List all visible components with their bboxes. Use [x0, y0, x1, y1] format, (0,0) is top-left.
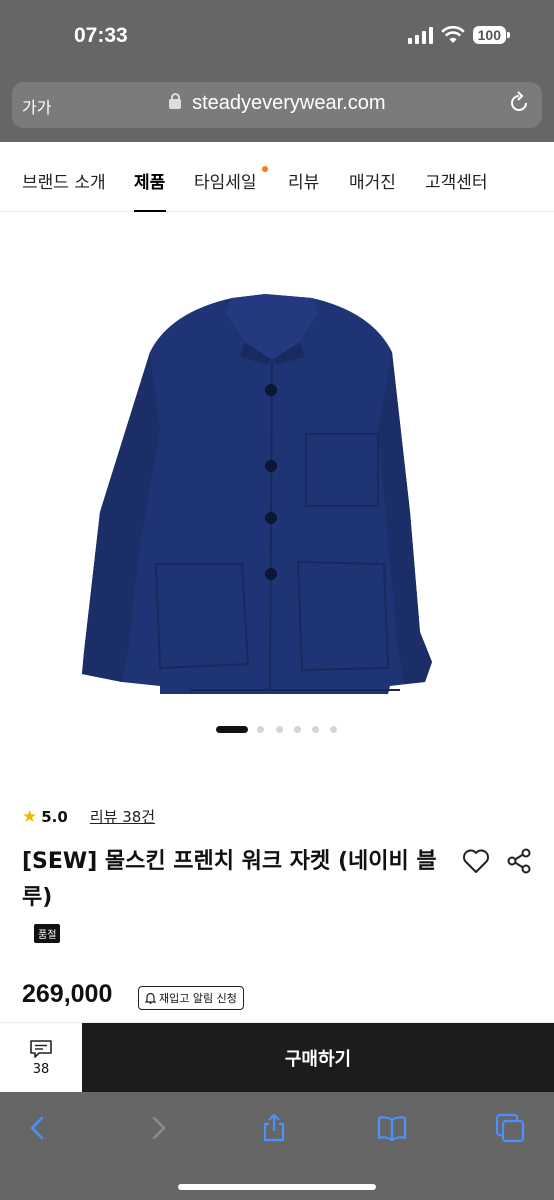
- nav-brand-intro[interactable]: 브랜드 소개: [22, 168, 106, 193]
- carousel-dot[interactable]: [294, 726, 301, 733]
- rating-value: 5.0: [41, 807, 68, 826]
- chat-icon: [30, 1040, 52, 1058]
- nav-timesale[interactable]: 타임세일: [194, 168, 257, 193]
- carousel-dot[interactable]: [257, 726, 264, 733]
- restock-alert-label: 재입고 알림 신청: [159, 992, 237, 1005]
- bell-icon: [145, 992, 156, 1004]
- cellular-signal-icon: [407, 26, 433, 44]
- nav-reviews[interactable]: 리뷰: [288, 168, 319, 193]
- url-text: steadyeverywear.com: [192, 92, 386, 114]
- new-indicator-dot: [262, 166, 268, 172]
- share-sheet-icon[interactable]: [258, 1112, 290, 1144]
- product-price: 269,000: [22, 980, 113, 1008]
- heart-icon[interactable]: [462, 848, 490, 874]
- carousel-dot[interactable]: [312, 726, 319, 733]
- battery-indicator: 100: [472, 26, 511, 44]
- tabs-icon[interactable]: [494, 1112, 526, 1144]
- carousel-dot-active[interactable]: [216, 726, 248, 733]
- home-indicator: [178, 1184, 376, 1190]
- share-icon[interactable]: [506, 848, 532, 874]
- url-field[interactable]: 가가 steadyeverywear.com: [12, 82, 542, 128]
- star-icon: ★: [22, 806, 38, 827]
- forward-icon[interactable]: [142, 1112, 174, 1144]
- back-icon[interactable]: [22, 1112, 54, 1144]
- product-image[interactable]: [0, 212, 554, 712]
- sold-out-badge: 품절: [34, 924, 61, 943]
- site-nav: 브랜드 소개 제품 타임세일 리뷰 매거진 고객센터: [0, 142, 554, 212]
- status-time: 07:33: [74, 24, 128, 47]
- buy-button[interactable]: 구매하기: [82, 1023, 554, 1093]
- carousel-indicator[interactable]: [0, 726, 554, 734]
- reload-icon[interactable]: [508, 91, 530, 115]
- carousel-dot[interactable]: [276, 726, 283, 733]
- wifi-icon: [440, 26, 465, 43]
- status-bar: 07:33 100: [0, 0, 554, 76]
- restock-alert-button[interactable]: 재입고 알림 신청: [138, 986, 244, 1010]
- nav-customer-center[interactable]: 고객센터: [425, 168, 488, 193]
- review-button[interactable]: 38: [0, 1023, 82, 1093]
- lock-icon: [168, 92, 181, 109]
- bottom-action-bar: 38 구매하기: [0, 1022, 554, 1093]
- product-title: [SEW] 몰스킨 프렌치 워크 자켓 (네이비 블루): [22, 849, 437, 910]
- status-icons: 100: [407, 26, 511, 44]
- carousel-dot[interactable]: [330, 726, 337, 733]
- nav-magazine[interactable]: 매거진: [349, 168, 396, 193]
- browser-address-bar: 가가 steadyeverywear.com: [0, 76, 554, 142]
- rating-row: ★ 5.0 리뷰 38건: [22, 806, 155, 827]
- review-count: 38: [32, 1062, 50, 1077]
- bookmarks-icon[interactable]: [376, 1112, 408, 1144]
- review-count-link[interactable]: 리뷰 38건: [90, 806, 155, 827]
- nav-products[interactable]: 제품: [134, 168, 165, 193]
